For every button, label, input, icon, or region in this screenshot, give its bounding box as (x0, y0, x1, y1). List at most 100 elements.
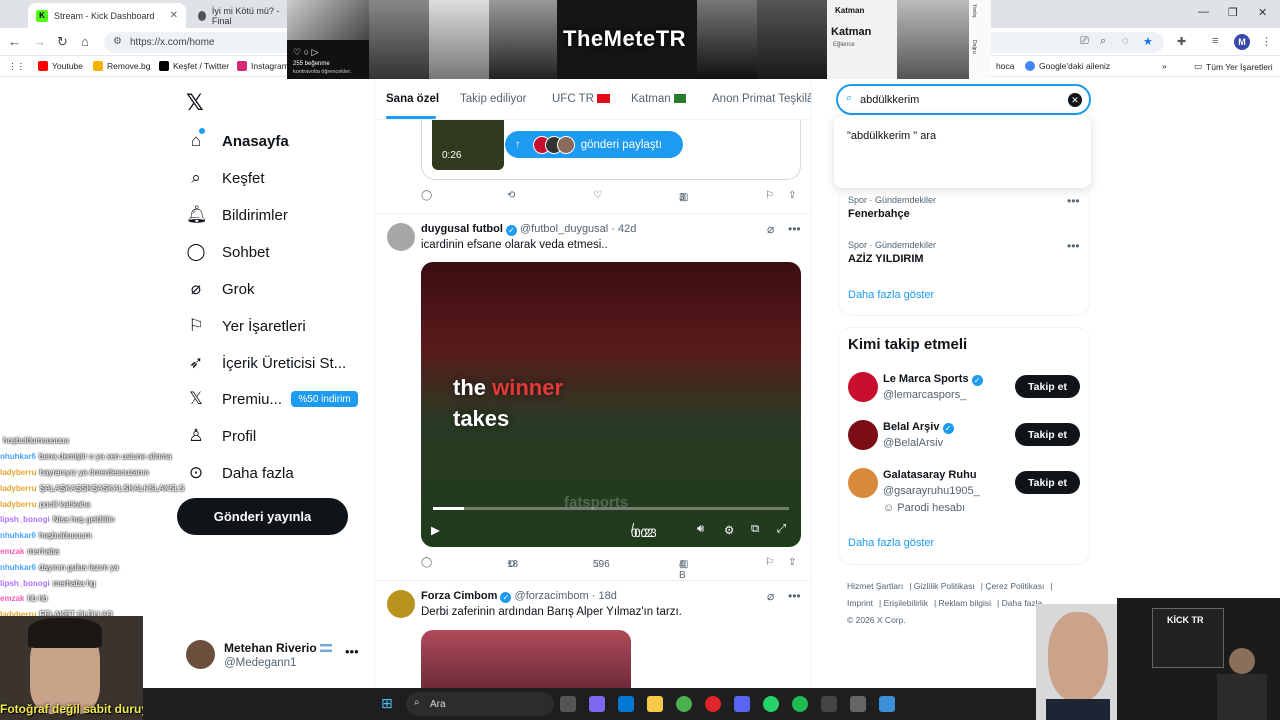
footer-link[interactable]: Gizlilik Politikası (914, 581, 975, 591)
profile-avatar[interactable]: M (1234, 34, 1250, 50)
close-tab-icon[interactable]: ✕ (170, 10, 178, 21)
grok-explain-icon[interactable]: ⌀ (767, 222, 774, 236)
back-icon[interactable]: ← (8, 34, 21, 49)
obs-icon[interactable] (821, 696, 837, 712)
follow-button[interactable]: Takip et (1015, 375, 1080, 398)
app-icon[interactable] (850, 696, 866, 712)
repost-icon[interactable]: ⟲ (507, 190, 515, 201)
tab-katman[interactable]: Katman (631, 93, 686, 105)
nav-notifications[interactable]: 🔔︎ Bildirimler (186, 200, 288, 230)
bookmark-icon[interactable]: ⚐ (765, 190, 774, 201)
author-handle[interactable]: @futbol_duygusal (520, 223, 608, 235)
fullscreen-icon[interactable]: ⤢ (777, 523, 786, 536)
footer-link[interactable]: Erişilebilirlik (884, 598, 928, 608)
avatar[interactable] (387, 223, 415, 251)
more-icon[interactable]: ••• (788, 589, 801, 603)
reading-list-icon[interactable]: ≡ (1212, 35, 1218, 47)
nav-explore[interactable]: ⌕ Keşfet (186, 163, 264, 193)
discord-icon[interactable] (734, 696, 750, 712)
extensions-icon[interactable]: ✚ (1177, 35, 1186, 48)
video-player[interactable]: the winner takes fatsports ▶ 0:02 / 0:23… (421, 262, 801, 547)
more-icon[interactable]: ••• (345, 644, 359, 659)
footer-link[interactable]: Hizmet Şartları (847, 581, 903, 591)
account-name[interactable]: Galatasaray Ruhu (883, 469, 977, 481)
post-age[interactable]: 18d (598, 590, 616, 602)
forward-icon[interactable]: → (33, 34, 46, 49)
video-progress-bar[interactable] (433, 507, 789, 510)
opera-icon[interactable] (705, 696, 721, 712)
apps-icon[interactable]: ⋮⋮ (8, 61, 25, 72)
like-icon[interactable]: ♡ (593, 190, 602, 201)
bookmark-google-family[interactable]: Google'daki aileniz (1025, 61, 1110, 71)
search-suggestion[interactable]: "abdülkkerim " ara (847, 130, 936, 142)
grok-explain-icon[interactable]: ⌀ (767, 589, 774, 603)
site-info-icon[interactable]: ⚙ (113, 36, 122, 47)
maximize-icon[interactable]: ❐ (1228, 6, 1238, 19)
author-name[interactable]: Forza Cimbom (421, 590, 497, 602)
shared-post-pill[interactable]: ↑ gönderi paylaştı (505, 131, 683, 158)
search-input[interactable]: ⌕ abdülkkerim ✕ (836, 84, 1091, 115)
premium-discount-badge[interactable]: %50 indirim (291, 391, 358, 407)
nav-chat[interactable]: ◯ Sohbet (186, 237, 269, 267)
app-icon[interactable] (879, 696, 895, 712)
bookmark-instagram[interactable]: Instagram (237, 61, 289, 71)
post-age[interactable]: 42d (618, 223, 636, 235)
reply-icon[interactable]: ◯ (421, 557, 432, 568)
footer-link[interactable]: Imprint (847, 598, 873, 608)
account-name[interactable]: Le Marca Sports ✓ (883, 373, 983, 386)
bookmark-hoca[interactable]: hoca (996, 61, 1014, 71)
install-app-icon[interactable]: ⎚ (1080, 35, 1089, 48)
bookmark-removebg[interactable]: Remove.bg (93, 61, 150, 71)
task-view-icon[interactable] (560, 696, 576, 712)
zoom-icon[interactable]: ⌕ (1100, 35, 1106, 48)
nav-home[interactable]: ⌂ Anasayfa (186, 126, 289, 156)
browser-tab-final[interactable]: İyi mi Kötü mü? - Final (190, 3, 290, 28)
reply-icon[interactable]: ◯ (421, 190, 432, 201)
share-icon[interactable]: ⇪ (788, 190, 796, 201)
bookmark-icon[interactable]: ⚐ (765, 557, 774, 568)
more-icon[interactable]: ••• (788, 222, 801, 236)
more-bookmarks-icon[interactable]: » (1162, 61, 1167, 71)
avatar[interactable] (848, 372, 878, 402)
spotify-icon[interactable] (792, 696, 808, 712)
browser-tab-kick[interactable]: K Stream - Kick Dashboard ✕ (28, 3, 186, 28)
author-name[interactable]: duygusal futbol (421, 223, 503, 235)
copilot-icon[interactable] (589, 696, 605, 712)
nav-premium[interactable]: 𝕏 Premiu... (186, 384, 282, 414)
minimize-icon[interactable]: — (1198, 6, 1209, 18)
tab-ufc-tr[interactable]: UFC TR (552, 93, 611, 105)
tab-anon-primat[interactable]: Anon Primat Teşkilâ (712, 93, 811, 105)
file-explorer-icon[interactable] (647, 696, 663, 712)
whatsapp-icon[interactable] (763, 696, 779, 712)
trend-aziz-yildirim[interactable]: AZİZ YILDIRIM (848, 253, 924, 265)
clear-search-icon[interactable]: ✕ (1068, 93, 1082, 107)
avatar[interactable] (848, 420, 878, 450)
quoted-post-card[interactable]: 0:26 ↑ gönderi paylaştı (421, 120, 801, 180)
more-icon[interactable]: ••• (1067, 239, 1080, 253)
windows-start-icon[interactable]: ⊞ (381, 695, 393, 712)
bookmark-star-icon[interactable]: ★ (1143, 35, 1153, 48)
nav-bookmarks[interactable]: ⚐ Yer İşaretleri (186, 311, 305, 341)
account-name[interactable]: Belal Arşiv ✓ (883, 421, 954, 434)
bookmark-twitter[interactable]: Keşfet / Twitter (159, 61, 229, 71)
video-thumbnail[interactable] (432, 120, 504, 170)
account-switcher[interactable]: Metehan Riverio @Medegann1 ••• (186, 638, 366, 674)
trend-fenerbahce[interactable]: Fenerbahçe (848, 208, 910, 220)
settings-icon[interactable]: ⚙ (724, 523, 734, 537)
footer-link[interactable]: Reklam bilgisi (939, 598, 991, 608)
close-window-icon[interactable]: ✕ (1258, 6, 1267, 19)
author-handle[interactable]: @forzacimbom (515, 590, 589, 602)
follow-button[interactable]: Takip et (1015, 471, 1080, 494)
post-media[interactable] (421, 630, 631, 688)
x-logo-icon[interactable]: 𝕏 (186, 90, 204, 116)
play-icon[interactable]: ▶ (431, 523, 440, 537)
taskbar-search[interactable]: ⌕ Ara (406, 692, 554, 716)
pip-icon[interactable]: ⧉ (751, 523, 759, 536)
all-bookmarks[interactable]: ▭ Tüm Yer İşaretleri (1194, 61, 1273, 72)
menu-icon[interactable]: ⋮ (1261, 35, 1272, 48)
more-icon[interactable]: ••• (1067, 194, 1080, 208)
nav-creator-studio[interactable]: ➶ İçerik Üreticisi St... (186, 348, 346, 378)
footer-link[interactable]: Çerez Politikası (985, 581, 1044, 591)
tab-following[interactable]: Takip ediliyor (460, 93, 526, 105)
avatar[interactable] (387, 590, 415, 618)
